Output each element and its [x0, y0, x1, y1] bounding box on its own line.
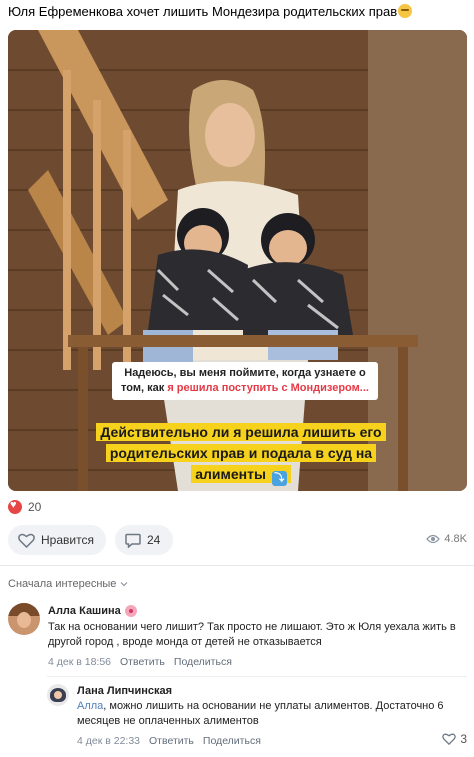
comments-button[interactable]: 24	[115, 525, 173, 555]
divider	[0, 565, 474, 566]
comment-icon	[125, 533, 141, 548]
down-arrow-emoji-icon: ⤵	[271, 471, 287, 486]
comment-meta: 4 дек в 22:33 Ответить Поделиться	[77, 735, 261, 747]
caption-main-line-1: Действительно ли я решила лишить его	[96, 423, 386, 441]
post-photo[interactable]: Надеюсь, вы меня поймите, когда узнаете …	[8, 30, 467, 491]
emoji-icon	[398, 4, 413, 18]
heart-outline-icon	[442, 733, 457, 745]
comment-author[interactable]: Лана Липчинская	[77, 685, 172, 697]
like-label: Нравится	[41, 533, 94, 547]
share-button[interactable]: Поделиться	[203, 735, 261, 747]
views-counter: 4.8K	[426, 533, 467, 545]
comment-author[interactable]: Алла Кашина	[48, 605, 137, 617]
avatar[interactable]	[8, 603, 40, 635]
caption-top-line-1: Надеюсь, вы меня поймите, когда узнаете …	[124, 367, 366, 379]
reactions-summary[interactable]: 20	[8, 499, 42, 514]
image-caption-top: Надеюсь, вы меня поймите, когда узнаете …	[112, 362, 378, 400]
comment-like-button[interactable]: 3	[442, 732, 467, 746]
reply-button[interactable]: Ответить	[120, 656, 165, 668]
comment-author-name: Алла Кашина	[48, 605, 121, 617]
comments-count: 24	[147, 533, 161, 547]
caption-main-line-3: алименты	[195, 466, 266, 482]
views-count: 4.8K	[444, 533, 467, 545]
chevron-down-icon	[120, 582, 128, 587]
comment-text: Алла, можно лишить на основании не уплат…	[77, 699, 462, 729]
reply-to-link[interactable]: Алла	[77, 700, 103, 712]
avatar[interactable]	[47, 684, 69, 706]
comment-meta: 4 дек в 18:56 Ответить Поделиться	[48, 656, 232, 668]
reply-button[interactable]: Ответить	[149, 735, 194, 747]
comment-date[interactable]: 4 дек в 22:33	[77, 735, 140, 747]
share-button[interactable]: Поделиться	[174, 656, 232, 668]
caption-top-line-2: том, как	[121, 382, 168, 394]
reactions-count: 20	[28, 500, 42, 514]
image-caption-main: Действительно ли я решила лишить его род…	[96, 422, 386, 486]
comment-like-count: 3	[460, 732, 467, 746]
sort-label: Сначала интересные	[8, 578, 117, 590]
post-actions: Нравится 24 4.8K	[8, 525, 467, 555]
caption-top-highlight: я решила поступить с Мондизером...	[167, 382, 369, 394]
like-button[interactable]: Нравится	[8, 525, 106, 555]
comment-body: , можно лишить на основании не уплаты ал…	[77, 700, 444, 727]
post-title: Юля Ефременкова хочет лишить Мондезира р…	[8, 4, 413, 20]
thread-divider	[47, 676, 467, 677]
flower-emoji-icon	[124, 605, 137, 617]
heart-reaction-icon	[8, 499, 22, 514]
comments-sort-dropdown[interactable]: Сначала интересные	[8, 578, 128, 590]
eye-icon	[426, 534, 441, 544]
comment-author-name: Лана Липчинская	[77, 685, 173, 697]
heart-outline-icon	[18, 533, 35, 548]
post-title-text: Юля Ефременкова хочет лишить Мондезира р…	[8, 4, 398, 19]
caption-main-line-2: родительских прав и подала в суд на	[105, 444, 377, 462]
comment-date[interactable]: 4 дек в 18:56	[48, 656, 111, 668]
comment-text: Так на основании чего лишит? Так просто …	[48, 621, 456, 648]
